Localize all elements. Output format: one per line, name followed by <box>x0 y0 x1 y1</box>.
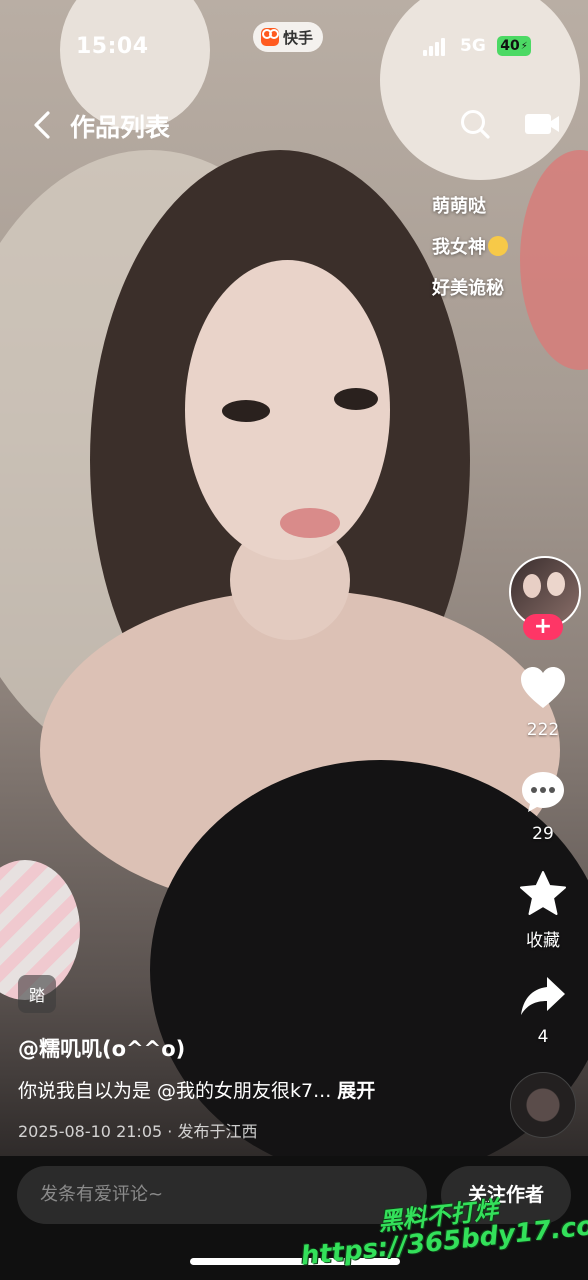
favorite-label: 收藏 <box>526 931 560 951</box>
chevron-left-icon[interactable] <box>30 110 56 140</box>
tag-chip[interactable]: 踏 <box>18 975 56 1013</box>
floating-comments: 萌萌哒 我女神 好美诡秘 <box>432 190 508 313</box>
meta-separator: · <box>167 1122 178 1141</box>
pleading-face-emoji-icon <box>488 236 508 256</box>
kuaishou-logo-icon <box>261 28 279 46</box>
share-arrow-icon <box>521 977 565 1015</box>
search-icon[interactable] <box>459 108 491 140</box>
floating-comment: 我女神 <box>432 231 508 272</box>
floating-comment: 好美诡秘 <box>432 278 504 299</box>
video-frame[interactable] <box>0 0 588 1160</box>
charging-bolt-icon: ⚡ <box>520 40 528 52</box>
heart-icon <box>521 667 565 708</box>
post-meta: 2025-08-10 21:05 · 发布于江西 <box>18 1118 257 1142</box>
bg-plush-toy <box>380 0 580 180</box>
music-disc-icon[interactable] <box>510 1072 576 1138</box>
bg-pink-toy <box>520 150 588 370</box>
comment-button[interactable]: 29 <box>512 770 574 844</box>
bg-eye <box>334 388 378 410</box>
star-icon <box>520 871 566 915</box>
bg-eye <box>222 400 270 422</box>
signal-icon <box>423 38 445 56</box>
like-count: 222 <box>526 720 560 740</box>
floating-comment-text: 我女神 <box>432 237 486 258</box>
share-count: 4 <box>537 1027 549 1047</box>
favorite-button[interactable]: 收藏 <box>512 870 574 951</box>
comment-count: 29 <box>532 824 554 844</box>
share-button[interactable]: 4 <box>512 975 574 1047</box>
comment-input[interactable]: 发条有爱评论~ <box>17 1166 427 1224</box>
battery-level: 40 <box>500 38 520 54</box>
camera-icon[interactable] <box>524 110 560 138</box>
caption: 你说我自以为是 @我的女朋友很k7... 展开 <box>18 1076 375 1103</box>
app-indicator-pill: 快手 <box>253 22 324 52</box>
status-time: 15:04 <box>76 34 149 59</box>
post-date: 2025-08-10 21:05 <box>18 1122 163 1141</box>
caption-text: 你说我自以为是 <box>18 1080 158 1102</box>
expand-link[interactable]: 展开 <box>337 1080 375 1102</box>
page-title: 作品列表 <box>70 113 171 142</box>
network-type: 5G <box>460 36 486 56</box>
follow-plus-button[interactable]: + <box>523 614 563 640</box>
author-name[interactable]: @糯叽叽(o^^o) <box>18 1033 185 1063</box>
post-location: 发布于江西 <box>177 1122 258 1141</box>
app-label: 快手 <box>283 28 314 47</box>
like-button[interactable]: 222 <box>512 666 574 740</box>
floating-comment: 萌萌哒 <box>432 196 486 217</box>
bg-lips <box>280 508 340 538</box>
battery-icon: 40 ⚡ <box>497 36 531 56</box>
caption-mention-link[interactable]: @我的女朋友很k7... <box>157 1080 331 1102</box>
comment-bubble-icon <box>522 772 564 812</box>
